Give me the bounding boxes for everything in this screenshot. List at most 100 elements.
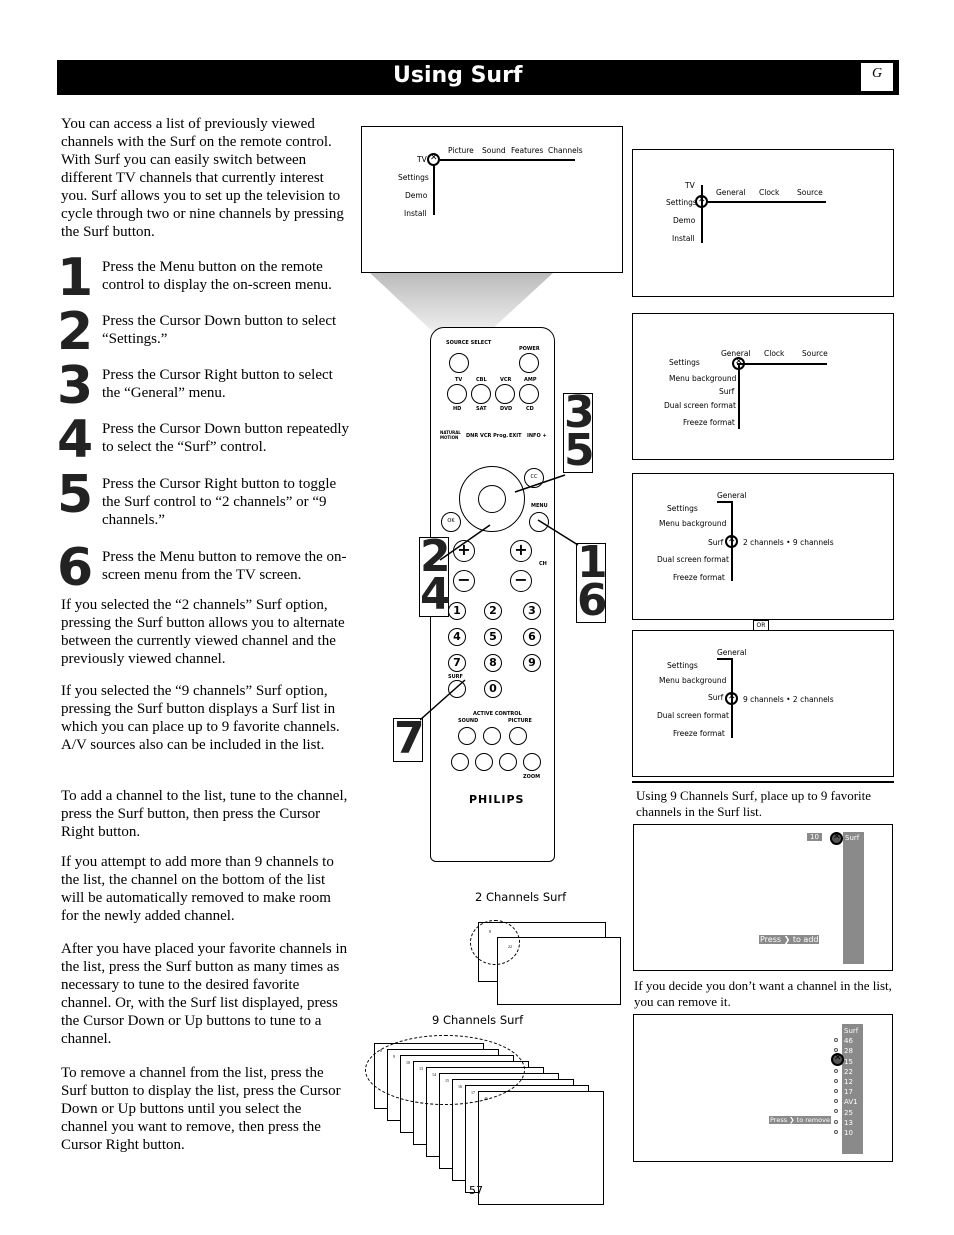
zoom-button[interactable] xyxy=(523,753,541,771)
surf-list: Surf 46 28 15 22 12 17 AV1 25 13 10 xyxy=(842,1024,863,1154)
label: EXIT xyxy=(509,433,522,439)
label: POWER xyxy=(519,346,540,352)
amp-button[interactable] xyxy=(519,384,539,404)
label: HD xyxy=(453,406,462,412)
menu-tab: Channels xyxy=(548,146,583,155)
bullet-icon xyxy=(834,1119,838,1124)
beam-graphic xyxy=(370,273,553,331)
label: CBL xyxy=(476,377,487,383)
two-channels-label: 2 Channels Surf xyxy=(475,890,567,904)
label: DNR xyxy=(466,433,479,439)
surf-9-channels-screen: General Settings Menu background Surf Du… xyxy=(632,630,894,777)
vcr-button[interactable] xyxy=(495,384,515,404)
label: SOURCE SELECT xyxy=(446,340,492,346)
menu-item: Settings xyxy=(398,173,429,182)
label: CD xyxy=(526,406,534,412)
label: DVD xyxy=(500,406,513,412)
bullet-icon xyxy=(834,1038,838,1042)
surf-list-channel[interactable]: 25 xyxy=(844,1108,861,1118)
surf-list-channel[interactable]: 28 xyxy=(844,1046,861,1056)
surf-list-title: Surf xyxy=(845,834,860,842)
menu-tab: Source xyxy=(802,349,828,358)
menu-tab: Picture xyxy=(448,146,474,155)
menu-item: Settings xyxy=(669,358,700,367)
surf-list-channel[interactable]: AV1 xyxy=(844,1097,861,1107)
cursor-icon xyxy=(831,1053,844,1066)
bullet-icon xyxy=(834,1099,838,1104)
pip-button[interactable] xyxy=(451,753,469,771)
menu-tab: Source xyxy=(797,188,823,197)
menu-item: Dual screen format xyxy=(657,555,729,564)
menu-item: Menu background xyxy=(659,676,727,685)
menu-item: Settings xyxy=(667,661,698,670)
menu-tab: General xyxy=(717,491,747,500)
cbl-button[interactable] xyxy=(471,384,491,404)
label: AMP xyxy=(524,377,537,383)
menu-item: Freeze format xyxy=(683,418,735,427)
menu-item: Surf xyxy=(708,693,724,702)
remove-prompt: Press ❯ to remove xyxy=(769,1116,831,1124)
surf-list-channel[interactable]: 13 xyxy=(844,1118,861,1128)
menu-item: Menu background xyxy=(659,519,727,528)
surf-list-channel[interactable]: 17 xyxy=(844,1087,861,1097)
label: NATURAL MOTION xyxy=(440,430,461,440)
label: SAT xyxy=(476,406,487,412)
menu-tab: General xyxy=(716,188,746,197)
tv-button[interactable] xyxy=(447,384,467,404)
menu-item: Dual screen format xyxy=(664,401,736,410)
power-button[interactable] xyxy=(519,353,539,373)
menu-item: Surf xyxy=(719,387,735,396)
surf-remove-caption: If you decide you don’t want a channel i… xyxy=(634,978,892,1009)
menu-item: TV xyxy=(685,181,695,190)
surf-list-channel[interactable]: 12 xyxy=(844,1077,861,1087)
surf-value: 9 channels • 2 channels xyxy=(743,695,834,704)
surf-list-channel[interactable]: 46 xyxy=(844,1036,861,1046)
tv-menu-screen: TV Settings Demo Install Picture Sound F… xyxy=(361,126,623,273)
add-prompt: Press ❯ to add xyxy=(759,935,820,944)
bullet-icon xyxy=(834,1068,838,1073)
menu-item: Freeze format xyxy=(673,573,725,582)
menu-tab: Features xyxy=(511,146,544,155)
bullet-icon xyxy=(834,1078,838,1083)
nine-channels-label: 9 Channels Surf xyxy=(432,1013,524,1027)
paragraph: To remove a channel from the list, press… xyxy=(61,1065,341,1153)
surf-cycle-arrow xyxy=(365,1035,525,1105)
intro-text: You can access a list of previously view… xyxy=(61,116,344,240)
label: VCR xyxy=(500,377,512,383)
label: INFO + xyxy=(527,433,547,439)
surf-remove-screen: Surf 462815221217AV1251310 Press ❯ to re… xyxy=(633,1014,893,1162)
bullet-icon xyxy=(834,1109,838,1114)
brand-logo: PHILIPS xyxy=(469,793,525,806)
label: TV xyxy=(455,377,463,383)
menu-item: Settings xyxy=(667,504,698,513)
surf-value: 2 channels • 9 channels xyxy=(743,538,834,547)
menu-tab: Sound xyxy=(482,146,506,155)
menu-item: Demo xyxy=(405,191,428,200)
paragraph: If you attempt to add more than 9 channe… xyxy=(61,854,334,924)
settings-menu-screen: TV Settings Demo Install General Clock S… xyxy=(632,149,894,297)
swap-button[interactable] xyxy=(475,753,493,771)
surf-list: Surf xyxy=(843,832,864,964)
paragraph: To add a channel to the list, tune to th… xyxy=(61,788,348,840)
surf-list-title: Surf xyxy=(844,1027,859,1035)
surf-list-channel[interactable]: 15 xyxy=(844,1057,861,1067)
channel-screen: 46 xyxy=(478,1091,604,1205)
bullet-icon xyxy=(834,1129,838,1134)
surf-cycle-arrow xyxy=(470,920,520,965)
paragraph: If you selected the “9 channels” Surf op… xyxy=(61,683,340,753)
surf-list-channel[interactable]: 22 xyxy=(844,1067,861,1077)
surf-2-channels-screen: General Settings Menu background Surf Du… xyxy=(632,473,894,620)
freeze-button[interactable] xyxy=(499,753,517,771)
bullet-icon xyxy=(834,1048,838,1053)
menu-item: Demo xyxy=(673,216,696,225)
source-select-button[interactable] xyxy=(449,353,469,373)
callout-7: 7 xyxy=(393,713,425,764)
menu-item: Install xyxy=(672,234,695,243)
surf-list-channel[interactable]: 10 xyxy=(844,1128,861,1138)
paragraph: If you selected the “2 channels” Surf op… xyxy=(61,597,345,667)
label: ZOOM xyxy=(523,774,541,780)
callout-3-5: 35 xyxy=(563,391,595,473)
page-number: 57 xyxy=(469,1184,483,1197)
label: VCR Prog. xyxy=(480,433,509,439)
menu-tab: Clock xyxy=(759,188,780,197)
